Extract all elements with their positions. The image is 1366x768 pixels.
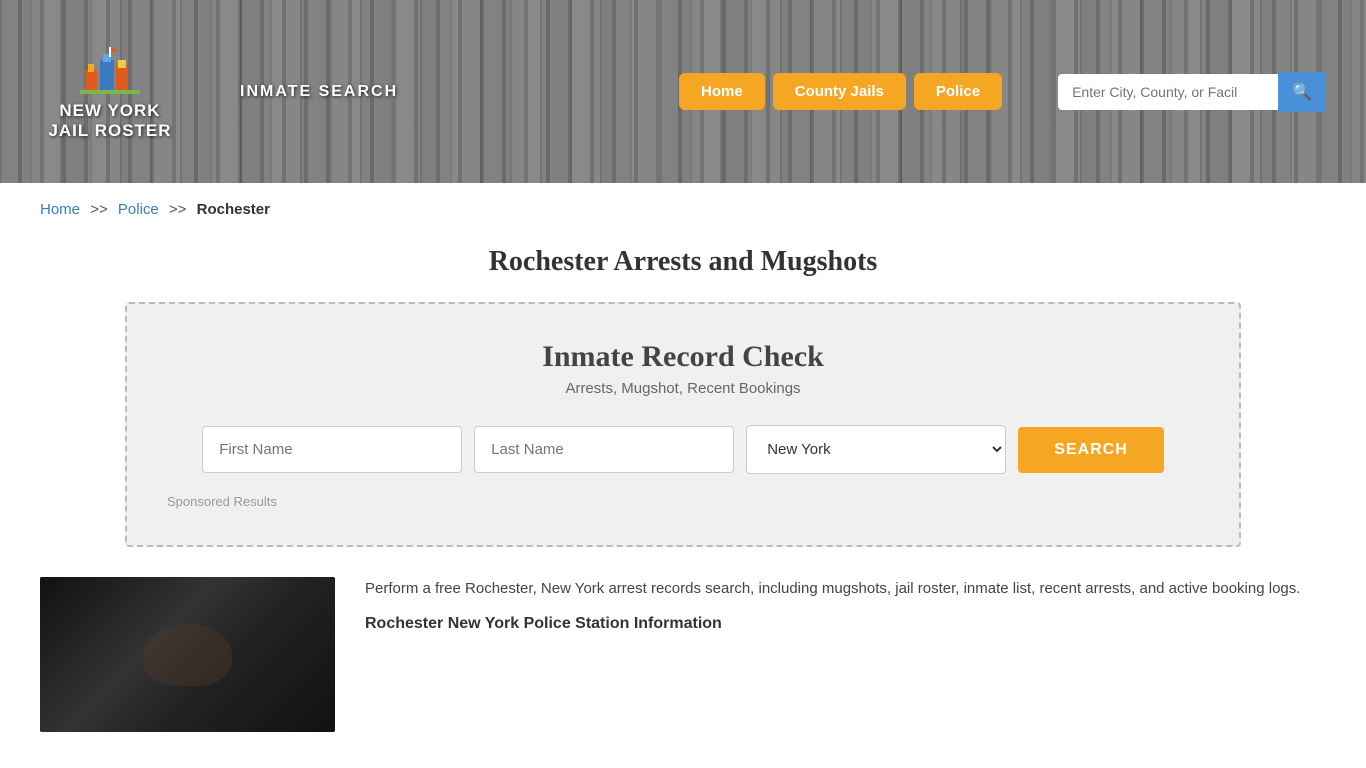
sponsored-results: Sponsored Results <box>167 494 1199 509</box>
record-check-box: Inmate Record Check Arrests, Mugshot, Re… <box>125 302 1241 547</box>
inmate-search-label: INMATE SEARCH <box>240 83 398 101</box>
nav-police-button[interactable]: Police <box>914 73 1002 110</box>
header: NEW YORKJAIL ROSTER INMATE SEARCH Home C… <box>0 0 1366 183</box>
lower-text: Perform a free Rochester, New York arres… <box>365 577 1326 647</box>
lower-image <box>40 577 335 732</box>
nav-county-jails-button[interactable]: County Jails <box>773 73 906 110</box>
breadcrumb-sep1: >> <box>90 201 108 218</box>
lower-description: Perform a free Rochester, New York arres… <box>365 577 1326 601</box>
lower-sub-heading: Rochester New York Police Station Inform… <box>365 611 1326 637</box>
breadcrumb-police-link[interactable]: Police <box>118 201 159 218</box>
first-name-input[interactable] <box>202 426 462 473</box>
header-search-button[interactable]: 🔍 <box>1278 72 1326 112</box>
record-check-subtitle: Arrests, Mugshot, Recent Bookings <box>167 380 1199 397</box>
header-search-area: 🔍 <box>1058 72 1326 112</box>
breadcrumb-sep2: >> <box>169 201 187 218</box>
nav: Home County Jails Police <box>679 73 1002 110</box>
logo-text: NEW YORKJAIL ROSTER <box>48 101 171 142</box>
state-select[interactable]: AlabamaAlaskaArizonaArkansasCaliforniaCo… <box>746 425 1006 474</box>
breadcrumb-home-link[interactable]: Home <box>40 201 80 218</box>
search-button[interactable]: SEARCH <box>1018 427 1164 473</box>
search-icon: 🔍 <box>1292 84 1312 101</box>
header-search-input[interactable] <box>1058 74 1278 110</box>
logo-icon <box>80 42 140 97</box>
search-form-row: AlabamaAlaskaArizonaArkansasCaliforniaCo… <box>167 425 1199 474</box>
breadcrumb: Home >> Police >> Rochester <box>0 183 1366 236</box>
nav-home-button[interactable]: Home <box>679 73 765 110</box>
page-title: Rochester Arrests and Mugshots <box>0 246 1366 278</box>
last-name-input[interactable] <box>474 426 734 473</box>
record-check-title: Inmate Record Check <box>167 340 1199 374</box>
breadcrumb-current: Rochester <box>197 201 270 218</box>
logo-area: NEW YORKJAIL ROSTER <box>40 42 180 142</box>
lower-section: Perform a free Rochester, New York arres… <box>0 547 1366 752</box>
